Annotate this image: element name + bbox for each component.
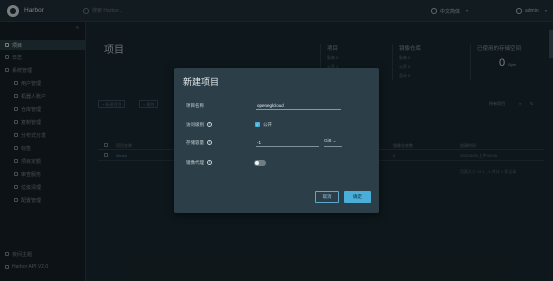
- project-name-label: 项目名称: [186, 103, 204, 108]
- storage-quota-label: 存储容量: [186, 140, 204, 145]
- quota-unit-value: GiB: [324, 138, 332, 143]
- quota-unit-select[interactable]: GiB ⌄: [324, 138, 342, 147]
- project-name-input[interactable]: [256, 101, 341, 110]
- confirm-button[interactable]: 确定: [344, 191, 371, 203]
- public-checkbox[interactable]: ✓: [255, 122, 260, 127]
- info-icon[interactable]: i: [207, 140, 212, 145]
- dialog-title: 新建项目: [183, 77, 220, 87]
- cancel-button[interactable]: 取消: [315, 191, 339, 203]
- access-level-label: 访问级别: [186, 122, 204, 127]
- proxy-cache-label: 镜像代理: [186, 160, 204, 165]
- new-project-dialog: 新建项目 项目名称 访问级别 i ✓ 公开 存储容量 i GiB ⌄ 镜像代理 …: [174, 68, 379, 213]
- chevron-down-icon: ⌄: [332, 138, 337, 143]
- info-icon[interactable]: i: [207, 122, 212, 127]
- info-icon[interactable]: i: [207, 160, 212, 165]
- public-checkbox-label[interactable]: 公开: [263, 122, 272, 128]
- proxy-cache-toggle[interactable]: [254, 160, 266, 166]
- storage-quota-input[interactable]: [256, 138, 319, 147]
